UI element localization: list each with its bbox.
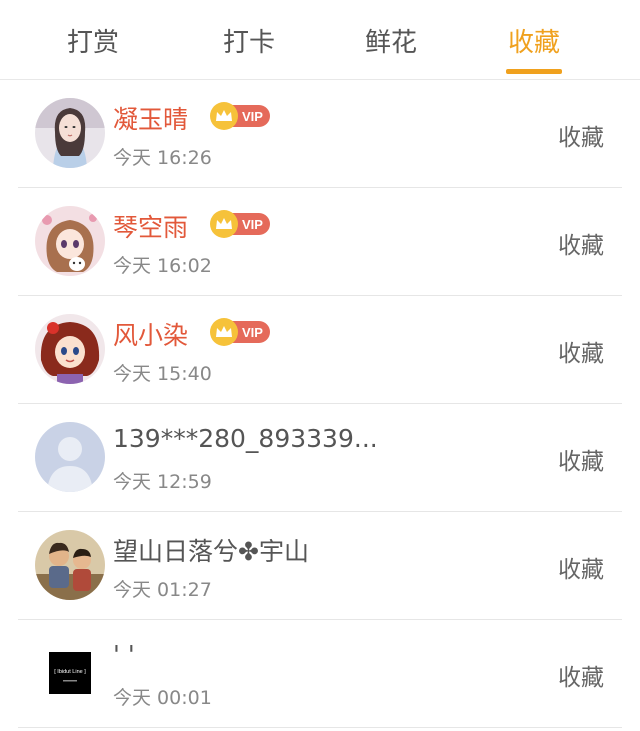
list-item[interactable]: 风小染 VIP 今天 15:40 收藏: [0, 296, 640, 404]
anime-girl-avatar-icon: [35, 206, 105, 276]
avatar[interactable]: [35, 206, 105, 276]
timestamp: 今天 16:02: [113, 255, 212, 277]
timestamp: 今天 01:27: [113, 579, 212, 601]
list-item[interactable]: 139***280_893339... 今天 12:59 收藏: [0, 404, 640, 512]
black-logo-avatar-icon: [ Ibidut Line ]: [49, 652, 91, 694]
user-name[interactable]: 琴空雨: [113, 208, 188, 244]
vip-badge: VIP: [210, 210, 270, 238]
default-user-avatar-icon: [35, 422, 105, 492]
svg-text:[ Ibidut Line ]: [ Ibidut Line ]: [54, 669, 86, 675]
favorite-button[interactable]: 收藏: [558, 226, 604, 260]
tab-checkin[interactable]: 打卡: [178, 0, 320, 80]
cartoon-girl-avatar-icon: [35, 314, 105, 384]
user-name[interactable]: 凝玉晴: [113, 100, 188, 136]
avatar[interactable]: [35, 314, 105, 384]
list-item[interactable]: [ Ibidut Line ] ' ' 今天 00:01 收藏: [0, 620, 640, 728]
favorite-button[interactable]: 收藏: [558, 118, 604, 152]
user-name[interactable]: 139***280_893339...: [113, 424, 378, 453]
user-name[interactable]: 望山日落兮✤宇山: [113, 532, 309, 568]
active-tab-indicator: [506, 69, 562, 74]
list-item[interactable]: 望山日落兮✤宇山 今天 01:27 收藏: [0, 512, 640, 620]
timestamp: 今天 15:40: [113, 363, 212, 385]
avatar[interactable]: [ Ibidut Line ]: [35, 638, 105, 708]
list-item[interactable]: 凝玉晴 VIP 今天 16:26 收藏: [0, 80, 640, 188]
avatar[interactable]: [35, 98, 105, 168]
timestamp: 今天 12:59: [113, 471, 212, 493]
timestamp: 今天 16:26: [113, 147, 212, 169]
tab-flowers[interactable]: 鲜花: [320, 0, 462, 80]
favorite-button[interactable]: 收藏: [558, 334, 604, 368]
list-item[interactable]: 琴空雨 VIP 今天 16:02 收藏: [0, 188, 640, 296]
crown-icon: [210, 318, 238, 346]
crown-icon: [210, 102, 238, 130]
crown-icon: [210, 210, 238, 238]
user-name[interactable]: ' ': [113, 640, 135, 669]
divider: [18, 727, 622, 728]
user-name[interactable]: 风小染: [113, 316, 188, 352]
tab-reward[interactable]: 打赏: [22, 0, 164, 80]
favorite-button[interactable]: 收藏: [558, 550, 604, 584]
avatar[interactable]: [35, 530, 105, 600]
avatar[interactable]: [35, 422, 105, 492]
favorite-button[interactable]: 收藏: [558, 658, 604, 692]
tab-favorites[interactable]: 收藏: [463, 0, 605, 80]
timestamp: 今天 00:01: [113, 687, 212, 709]
vip-badge: VIP: [210, 102, 270, 130]
children-photo-avatar-icon: [35, 530, 105, 600]
vip-badge: VIP: [210, 318, 270, 346]
favorite-button[interactable]: 收藏: [558, 442, 604, 476]
girl-avatar-icon: [35, 98, 105, 168]
tab-bar: 打赏 打卡 鲜花 收藏: [0, 0, 640, 80]
